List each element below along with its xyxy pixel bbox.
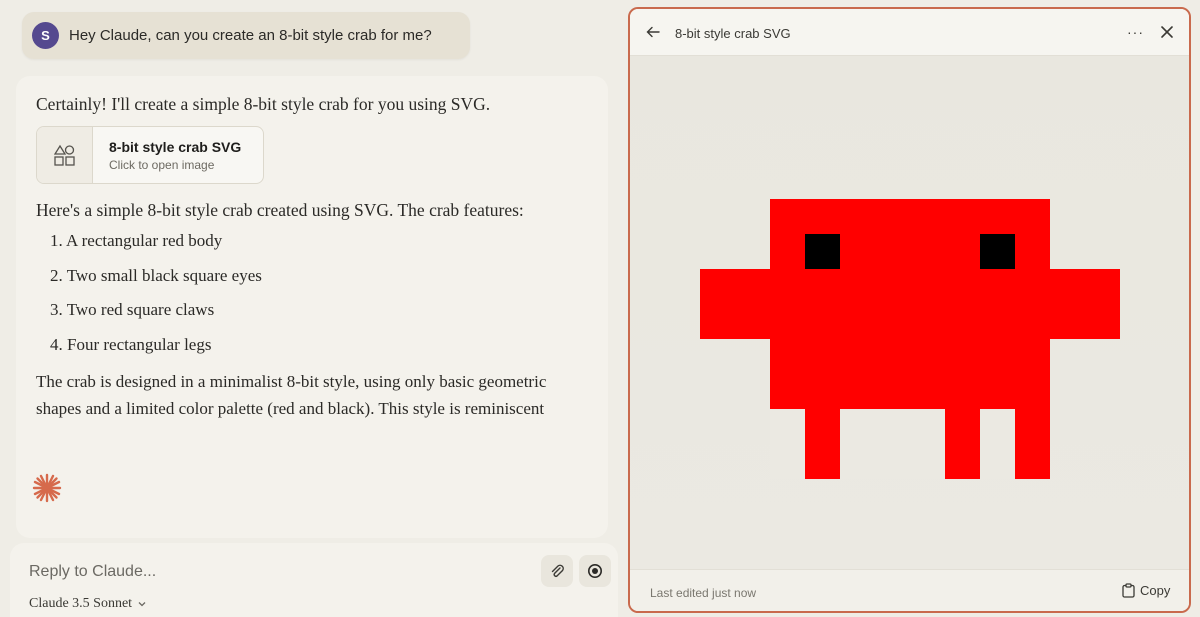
assistant-lead: Here's a simple 8-bit style crab created…	[36, 200, 524, 220]
clipboard-icon	[1122, 583, 1135, 598]
claude-spark-icon	[32, 473, 62, 508]
reply-box[interactable]: Reply to Claude... Claude 3.5 Sonnet	[10, 543, 618, 617]
list-item: 1. A rectangular red body	[50, 231, 223, 250]
artifact-preview	[630, 56, 1189, 569]
user-message: S Hey Claude, can you create an 8-bit st…	[22, 12, 470, 59]
reply-input[interactable]: Reply to Claude...	[29, 563, 156, 581]
artifact-panel-footer: Last edited just now Copy	[630, 569, 1189, 611]
shapes-icon	[37, 127, 93, 183]
artifact-panel-title: 8-bit style crab SVG	[675, 26, 791, 41]
artifact-panel: 8-bit style crab SVG ··· Last edited jus…	[628, 7, 1191, 613]
crab-leg-gap	[840, 409, 945, 479]
record-icon	[588, 564, 602, 578]
list-item: 3. Two red square claws	[50, 300, 215, 319]
chevron-down-icon	[138, 602, 146, 607]
more-options-icon[interactable]: ···	[1127, 24, 1144, 40]
last-edited-status: Last edited just now	[650, 586, 757, 600]
copy-button[interactable]: Copy	[1122, 583, 1170, 598]
attach-button[interactable]	[541, 555, 573, 587]
list-item: 4. Four rectangular legs	[50, 334, 212, 354]
artifact-card-title: 8-bit style crab SVG	[109, 139, 242, 155]
crab-left-eye	[805, 234, 840, 269]
chat-area: S Hey Claude, can you create an 8-bit st…	[0, 0, 625, 617]
assistant-paragraph: The crab is designed in a minimalist 8-b…	[36, 372, 547, 418]
back-arrow-icon[interactable]	[646, 25, 660, 44]
artifact-card-subtitle: Click to open image	[109, 158, 215, 172]
crab-right-eye	[980, 234, 1015, 269]
paperclip-icon	[551, 564, 564, 577]
crab-leg-gap	[980, 409, 1015, 479]
crab-left-claw	[700, 269, 770, 339]
model-name: Claude 3.5 Sonnet	[29, 596, 133, 611]
model-selector[interactable]: Claude 3.5 Sonnet	[29, 596, 147, 612]
record-button[interactable]	[579, 555, 611, 587]
copy-label: Copy	[1140, 583, 1171, 598]
close-icon[interactable]	[1160, 25, 1174, 44]
crab-leg-gap	[770, 409, 805, 479]
crab-right-claw	[1050, 269, 1120, 339]
crab-image	[700, 199, 1120, 479]
feature-list: 1. A rectangular red body 2. Two small b…	[50, 231, 262, 369]
assistant-message: Certainly! I'll create a simple 8-bit st…	[16, 76, 608, 538]
list-item: 2. Two small black square eyes	[50, 265, 262, 285]
user-message-text: Hey Claude, can you create an 8-bit styl…	[69, 27, 432, 44]
avatar: S	[32, 22, 59, 49]
artifact-card[interactable]: 8-bit style crab SVG Click to open image	[36, 126, 264, 184]
assistant-intro: Certainly! I'll create a simple 8-bit st…	[36, 94, 491, 114]
artifact-panel-header: 8-bit style crab SVG ···	[630, 9, 1189, 56]
